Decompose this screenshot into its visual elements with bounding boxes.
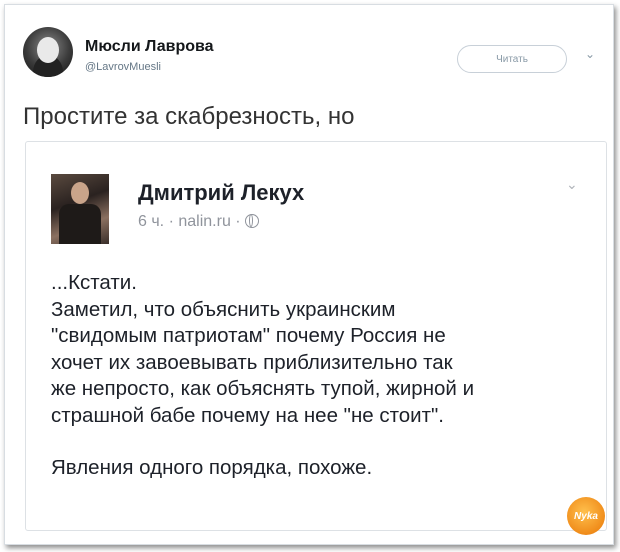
- author-handle[interactable]: @LavrovMuesli: [85, 61, 161, 73]
- quoted-post-card[interactable]: Дмитрий Лекух 6 ч. · nalin.ru · ⌄ ...Кст…: [25, 141, 607, 531]
- watermark-logo: Nyka: [567, 497, 605, 535]
- quoted-post-body: ...Кстати. Заметил, что объяснить украин…: [51, 270, 474, 482]
- meta-separator: ·: [168, 213, 174, 230]
- post-source[interactable]: nalin.ru: [178, 213, 230, 231]
- quoted-author-photo[interactable]: [51, 174, 109, 244]
- body-line: "свидомым патриотам" почему Россия не: [51, 324, 446, 347]
- meta-separator: ·: [235, 213, 241, 230]
- body-line: хочет их завоевывать приблизительно так: [51, 350, 453, 374]
- post-time[interactable]: 6 ч.: [138, 213, 164, 231]
- chevron-down-icon[interactable]: ⌄: [566, 176, 578, 193]
- body-line: Заметил, что объяснить украинским: [51, 297, 396, 321]
- follow-button[interactable]: Читать: [457, 45, 567, 73]
- quoted-post-meta: 6 ч. · nalin.ru ·: [138, 212, 260, 231]
- body-line: ...Кстати.: [51, 271, 137, 294]
- screenshot-frame: Мюсли Лаврова @LavrovMuesli Читать ⌄ Про…: [4, 4, 614, 545]
- globe-icon: [245, 214, 260, 228]
- body-last-line: Явления одного порядка, похоже.: [51, 456, 373, 479]
- body-line: же непросто, как объяснять тупой, жирной…: [51, 377, 475, 400]
- body-line: страшной бабе почему на нее "не стоит".: [51, 403, 444, 427]
- tweet-text: Простите за скабрезность, но: [23, 103, 355, 130]
- quoted-author-name[interactable]: Дмитрий Лекух: [138, 180, 304, 206]
- chevron-down-icon[interactable]: ⌄: [585, 47, 595, 61]
- author-name[interactable]: Мюсли Лаврова: [85, 38, 214, 56]
- author-avatar[interactable]: [23, 27, 73, 77]
